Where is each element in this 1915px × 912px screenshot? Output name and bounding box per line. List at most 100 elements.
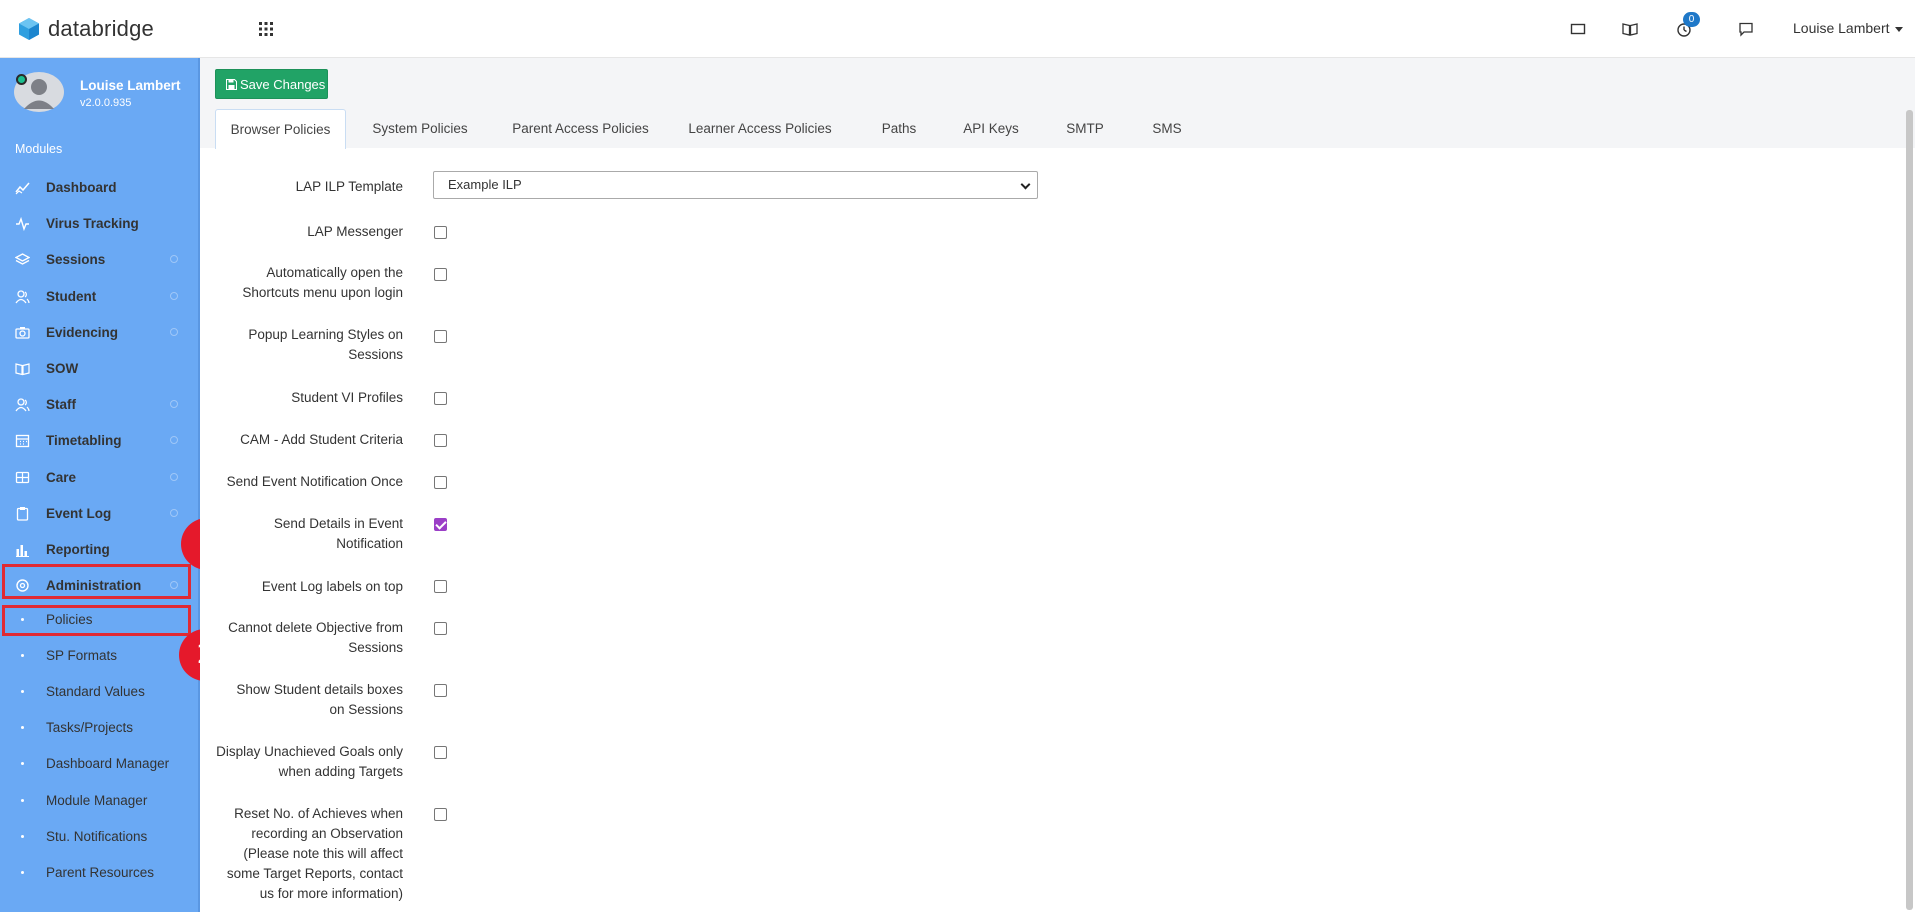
book-open-icon[interactable] <box>1621 20 1639 38</box>
template-label: LAP ILP Template <box>295 179 403 194</box>
sidebar-item-label: SOW <box>46 360 79 376</box>
policy-label: Popup Learning Styles on Sessions <box>248 327 403 362</box>
sidebar-item-virus-tracking[interactable]: Virus Tracking <box>0 206 196 240</box>
sidebar-subitem-module-manager[interactable]: Module Manager <box>0 783 196 817</box>
sidebar-subitem-parent-resources[interactable]: Parent Resources <box>0 855 196 889</box>
tab-api-keys[interactable]: API Keys <box>948 109 1034 149</box>
policy-checkbox[interactable] <box>434 330 447 343</box>
tab-learner-access-policies[interactable]: Learner Access Policies <box>671 109 849 149</box>
expand-indicator-icon <box>170 509 178 517</box>
sidebar-item-label: Virus Tracking <box>46 215 139 231</box>
bullet-icon <box>21 761 24 765</box>
policy-checkbox[interactable] <box>434 518 447 531</box>
policy-checkbox[interactable] <box>434 268 447 281</box>
sidebar-subitem-label: Parent Resources <box>46 864 155 880</box>
policy-checkbox[interactable] <box>434 392 447 405</box>
bullet-icon <box>21 870 24 874</box>
policy-checkbox[interactable] <box>434 622 447 635</box>
chat-icon[interactable] <box>1737 20 1755 38</box>
sidebar-item-staff[interactable]: Staff <box>0 387 196 421</box>
bullet-icon <box>21 725 24 729</box>
tab-sms[interactable]: SMS <box>1135 109 1199 149</box>
sidebar-subitem-sp-formats[interactable]: SP Formats <box>0 638 196 672</box>
sidebar-profile[interactable]: Louise Lambert v2.0.0.935 <box>14 72 194 122</box>
sidebar-subitem-label: Stu. Notifications <box>46 828 148 844</box>
annotation-highlight-policies <box>2 605 191 636</box>
expand-indicator-icon <box>170 328 178 336</box>
sidebar-subitem-stu-notifications[interactable]: Stu. Notifications <box>0 819 196 853</box>
select-value: Example ILP <box>448 177 522 192</box>
calendar-icon <box>15 434 30 447</box>
sidebar-item-label: Care <box>46 469 77 485</box>
bullet-icon <box>21 653 24 657</box>
logo[interactable]: databridge <box>18 16 154 42</box>
sidebar-subitem-dashboard-manager[interactable]: Dashboard Manager <box>0 746 196 780</box>
sidebar-item-student[interactable]: Student <box>0 279 196 313</box>
policy-checkbox[interactable] <box>434 226 447 239</box>
sidebar-subitem-label: Tasks/Projects <box>46 719 134 735</box>
tab-paths[interactable]: Paths <box>862 109 936 149</box>
policy-checkbox[interactable] <box>434 746 447 759</box>
sidebar-item-evidencing[interactable]: Evidencing <box>0 315 196 349</box>
sidebar-subitem-tasks-projects[interactable]: Tasks/Projects <box>0 710 196 744</box>
tab-smtp[interactable]: SMTP <box>1051 109 1119 149</box>
book-icon <box>15 362 30 375</box>
policy-label: Show Student details boxes on Sessions <box>236 682 403 717</box>
sidebar-item-sow[interactable]: SOW <box>0 351 196 385</box>
expand-indicator-icon <box>170 436 178 444</box>
bullet-icon <box>21 798 24 802</box>
tab-parent-access-policies[interactable]: Parent Access Policies <box>502 109 659 149</box>
bullet-icon <box>21 834 24 838</box>
policy-label: Display Unachieved Goals only when addin… <box>216 744 403 779</box>
sidebar-item-label: Timetabling <box>46 432 122 448</box>
expand-indicator-icon <box>170 292 178 300</box>
window-icon[interactable] <box>1569 20 1587 38</box>
apps-grid-icon[interactable] <box>258 21 274 37</box>
chart-line-icon <box>15 182 30 194</box>
grid-icon <box>15 471 30 483</box>
expand-indicator-icon <box>170 473 178 481</box>
expand-indicator-icon <box>170 400 178 408</box>
sidebar-subitem-label: SP Formats <box>46 647 118 663</box>
brand-name: databridge <box>48 16 154 41</box>
sidebar-item-timetabling[interactable]: Timetabling <box>0 423 196 457</box>
sidebar-item-label: Student <box>46 288 97 304</box>
sidebar-subitem-standard-values[interactable]: Standard Values <box>0 674 196 708</box>
policy-label: Automatically open the Shortcuts menu up… <box>242 265 403 300</box>
policy-label: Student VI Profiles <box>291 390 403 405</box>
sidebar-item-sessions[interactable]: Sessions <box>0 242 196 276</box>
logo-cube-icon <box>19 18 39 40</box>
policy-label: Event Log labels on top <box>261 579 403 594</box>
save-changes-button[interactable]: Save Changes <box>215 69 328 99</box>
policy-label: Cannot delete Objective from Sessions <box>228 620 403 655</box>
clipboard-icon <box>16 506 29 521</box>
annotation-highlight-administration <box>2 564 191 599</box>
sidebar-item-reporting[interactable]: Reporting <box>0 532 196 566</box>
sidebar-item-label: Staff <box>46 396 76 412</box>
notification-badge: 0 <box>1683 12 1700 27</box>
sidebar-item-dashboard[interactable]: Dashboard <box>0 170 196 204</box>
user-menu[interactable]: Louise Lambert <box>1793 20 1903 36</box>
policy-checkbox[interactable] <box>434 476 447 489</box>
sidebar-subitem-label: Dashboard Manager <box>46 755 170 771</box>
policies-panel <box>200 148 1902 912</box>
tab-browser-policies[interactable]: Browser Policies <box>215 109 346 149</box>
save-changes-label: Save Changes <box>240 76 326 92</box>
floppy-disk-icon <box>226 78 237 90</box>
sidebar-subitem-label: Standard Values <box>46 683 145 699</box>
top-bar: databridge 0 Louise Lambert <box>0 0 1915 58</box>
policy-checkbox[interactable] <box>434 580 447 593</box>
pulse-icon <box>16 216 29 231</box>
main-scrollbar[interactable] <box>1906 110 1913 910</box>
policy-checkbox[interactable] <box>434 434 447 447</box>
policy-checkbox[interactable] <box>434 808 447 821</box>
sidebar-item-event-log[interactable]: Event Log <box>0 496 196 530</box>
sidebar-item-label: Dashboard <box>46 179 117 195</box>
lap-ilp-template-select[interactable]: Example ILP <box>433 171 1038 199</box>
users-icon <box>15 397 30 411</box>
sidebar-item-care[interactable]: Care <box>0 460 196 494</box>
policy-checkbox[interactable] <box>434 684 447 697</box>
tab-system-policies[interactable]: System Policies <box>349 109 491 149</box>
bullet-icon <box>21 689 24 693</box>
app-version: v2.0.0.935 <box>80 97 132 109</box>
